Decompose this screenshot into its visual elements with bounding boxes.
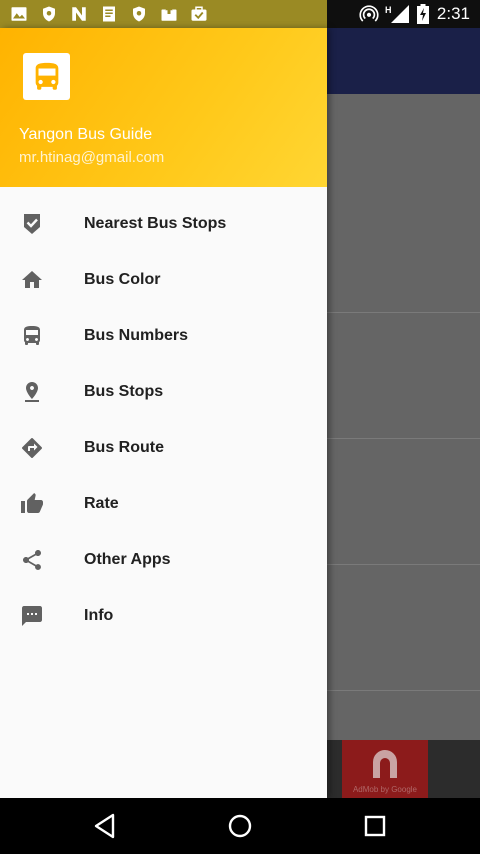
network-type: H [385,5,392,15]
recents-button[interactable] [361,812,389,840]
back-icon [94,813,115,839]
battery-charging-icon [416,4,429,24]
admob-logo-icon [373,750,397,778]
message-icon [20,604,44,628]
image-icon [11,7,27,21]
menu-item-other-apps[interactable]: Other Apps [0,532,327,588]
menu-item-bus-numbers[interactable]: Bus Numbers [0,308,327,364]
thumb-up-icon [20,492,44,516]
navigation-drawer: Yangon Bus Guide mr.htinag@gmail.com Nea… [0,28,327,798]
shield-icon [133,6,145,22]
status-bar: H 2:31 [0,0,480,28]
back-button[interactable] [91,812,119,840]
home-button[interactable] [226,812,254,840]
system-icons: H 2:31 [359,0,470,28]
menu-item-info[interactable]: Info [0,588,327,644]
system-nav-bar [0,798,480,854]
menu-item-bus-stops[interactable]: Bus Stops [0,364,327,420]
menu-item-label: Bus Numbers [84,327,189,344]
briefcase-check-icon [191,6,207,21]
menu-item-label: Bus Stops [84,383,164,400]
menu-item-bus-color[interactable]: Bus Color [0,252,327,308]
header-app-name: Yangon Bus Guide [19,126,153,143]
home-icon [20,268,44,292]
menu-item-nearest-bus-stops[interactable]: Nearest Bus Stops [0,196,327,252]
menu-item-label: Bus Route [84,439,164,456]
drawer-menu: Nearest Bus Stops Bus Color Bus Numbers [0,196,327,644]
ad-caption: AdMob by Google [352,785,418,794]
header-email: mr.htinag@gmail.com [19,149,165,166]
menu-item-label: Info [84,607,114,624]
status-time: 2:31 [436,4,470,23]
shield-check-icon [20,212,44,236]
notification-icons [0,0,327,28]
notepad-icon [103,6,115,22]
photo-upload-icon [161,6,177,21]
n-app-icon [72,7,86,21]
pin-drop-icon [20,380,44,404]
recents-icon [364,815,386,837]
bus-icon [20,324,44,348]
share-icon [20,548,44,572]
ad-tile[interactable]: AdMob by Google [342,740,428,798]
menu-item-label: Nearest Bus Stops [84,215,227,232]
menu-item-label: Bus Color [84,271,161,288]
bus-icon [35,62,58,90]
shield-icon [43,6,55,22]
hotspot-icon [359,5,379,22]
menu-item-rate[interactable]: Rate [0,476,327,532]
menu-item-bus-route[interactable]: Bus Route [0,420,327,476]
home-circle-icon [228,814,252,838]
app-logo [23,53,70,100]
drawer-header: Yangon Bus Guide mr.htinag@gmail.com [0,28,327,187]
menu-item-label: Rate [84,495,119,512]
menu-item-label: Other Apps [84,551,171,568]
directions-icon [20,436,44,460]
signal-icon: H [385,5,409,23]
